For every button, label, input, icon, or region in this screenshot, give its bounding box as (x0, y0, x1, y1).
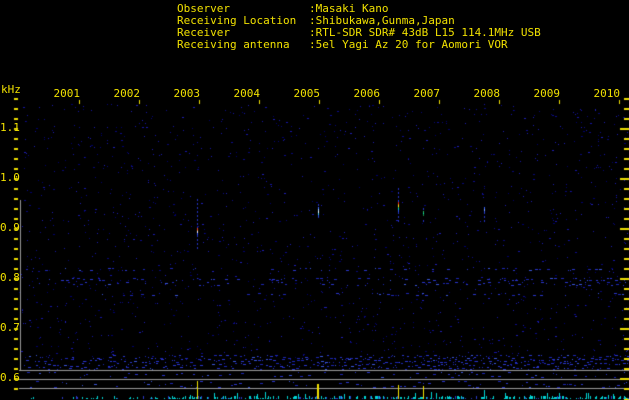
y-tick-label: 0.7 (0, 321, 20, 334)
x-tick-label: 2003 (173, 87, 201, 100)
x-tick-label: 2004 (233, 87, 261, 100)
y-tick-label: 0.6 (0, 371, 20, 384)
spectrogram-canvas (0, 0, 629, 400)
hrofft-window: H R O F F T UT2510222000.pn meteor 25.10… (0, 0, 629, 400)
y-tick-label: 0.9 (0, 221, 20, 234)
y-tick-label: 0.8 (0, 271, 20, 284)
info-value: :5el Yagi Az 20 for Aomori VOR (309, 38, 508, 51)
info-label: Receiving antenna (177, 38, 290, 51)
x-tick-label: 2007 (413, 87, 441, 100)
y-axis-unit-label: kHz (1, 83, 21, 96)
x-tick-label: 2008 (473, 87, 501, 100)
x-tick-label: 2005 (293, 87, 321, 100)
y-tick-label: 1.1 (0, 121, 20, 134)
y-tick-label: 1.0 (0, 171, 20, 184)
x-tick-label: 2009 (533, 87, 561, 100)
x-tick-label: 2010 (593, 87, 621, 100)
x-tick-label: 2001 (53, 87, 81, 100)
x-tick-label: 2006 (353, 87, 381, 100)
x-tick-label: 2002 (113, 87, 141, 100)
